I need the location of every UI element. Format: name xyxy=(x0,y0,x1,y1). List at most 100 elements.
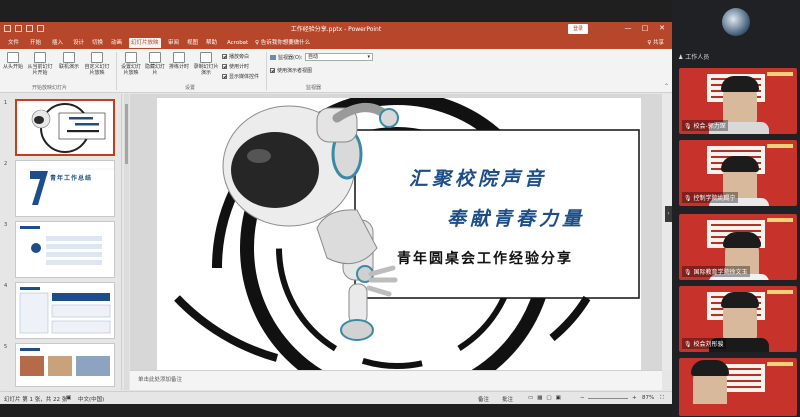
comments-toggle[interactable]: 批注 xyxy=(502,395,513,403)
ribbon: 从头开始 从当前幻灯片开始 联机演示 自定义幻灯片放映 开始放映幻灯片 设置幻灯… xyxy=(0,49,672,93)
participant-tile[interactable] xyxy=(679,358,797,416)
notes-toggle[interactable]: 备注 xyxy=(478,395,489,403)
thumbnail-2-title: 青年工作总结 xyxy=(50,175,93,182)
ribbon-separator xyxy=(266,52,267,90)
participant-tile[interactable]: 🎙 控制学院姚赐宁 xyxy=(679,140,797,206)
slide-artwork xyxy=(174,98,640,370)
show-media-controls-checkbox[interactable]: 显示媒体控件 xyxy=(222,73,259,80)
thumbnail-5-preview xyxy=(20,348,110,376)
record-icon xyxy=(200,52,212,63)
tab-slideshow[interactable]: 幻灯片放映 xyxy=(129,38,161,48)
zoom-in-button[interactable]: + xyxy=(632,395,637,401)
ribbon-tabs: 文件 开始 插入 设计 切换 动画 幻灯片放映 审阅 视图 帮助 Acrobat… xyxy=(0,36,672,49)
online-present-button[interactable]: 联机演示 xyxy=(58,52,80,70)
zoom-out-button[interactable]: − xyxy=(580,395,585,401)
tab-help[interactable]: 帮助 xyxy=(204,38,219,48)
rehearse-timings-button[interactable]: 排练计时 xyxy=(168,52,190,70)
participant-name: 🎙 控制学院姚赐宁 xyxy=(682,192,738,203)
participant-name: 🎙 校会-郭力琛 xyxy=(682,120,728,131)
current-slide[interactable]: 汇聚校院声音 奉献青春力量 青年圆桌会工作经验分享 xyxy=(157,98,641,370)
school-logo xyxy=(767,362,793,366)
participant-tile[interactable]: 🎙 校会刘彤骏 xyxy=(679,286,797,352)
play-from-current-icon xyxy=(34,52,46,63)
zoom-level[interactable]: 87% xyxy=(642,395,654,401)
collapse-ribbon-icon[interactable]: ⌃ xyxy=(664,83,669,90)
checkbox-checked xyxy=(222,54,227,59)
participant-name: 🎙 校会刘彤骏 xyxy=(682,338,726,349)
maximize-button[interactable]: □ xyxy=(639,24,651,34)
school-logo xyxy=(767,144,793,148)
zoom-slider[interactable] xyxy=(588,398,628,399)
notes-placeholder: 单击此处添加备注 xyxy=(138,377,183,383)
slide-vertical-scrollbar[interactable] xyxy=(662,94,672,370)
tab-file[interactable]: 文件 xyxy=(6,38,21,48)
thumbnail-2-preview xyxy=(16,161,114,216)
hide-slide-icon xyxy=(149,52,161,63)
login-button[interactable]: 登录 xyxy=(568,24,588,34)
thumbnail-slide-5[interactable] xyxy=(15,343,115,387)
from-current-button[interactable]: 从当前幻灯片开始 xyxy=(26,52,54,76)
scrollbar-thumb[interactable] xyxy=(125,104,128,164)
tab-insert[interactable]: 插入 xyxy=(50,38,65,48)
thumbnail-slide-1[interactable] xyxy=(15,99,115,156)
presenter-view-checkbox[interactable]: 使用演示者视图 xyxy=(270,67,312,74)
title-bar: 工作经验分享.pptx - PowerPoint 登录 — □ ✕ xyxy=(0,22,672,36)
meeting-panel xyxy=(672,0,800,417)
custom-show-icon xyxy=(91,52,103,63)
collapse-panel-handle[interactable]: › xyxy=(665,206,672,222)
mic-icon: 🎙 xyxy=(684,195,692,202)
mic-icon: 🎙 xyxy=(684,269,692,276)
tab-animations[interactable]: 动画 xyxy=(109,38,124,48)
close-button[interactable]: ✕ xyxy=(656,24,668,34)
tab-design[interactable]: 设计 xyxy=(71,38,86,48)
tab-transitions[interactable]: 切换 xyxy=(90,38,105,48)
spellcheck-icon[interactable]: ▣ xyxy=(66,395,71,401)
from-beginning-button[interactable]: 从头开始 xyxy=(2,52,24,70)
checkbox-checked xyxy=(222,64,227,69)
tell-me-search[interactable]: ♀ 告诉我你想要做什么 xyxy=(255,38,310,48)
slide-editing-area: 汇聚校院声音 奉献青春力量 青年圆桌会工作经验分享 xyxy=(130,94,662,390)
play-narrations-checkbox[interactable]: 播放旁白 xyxy=(222,53,249,60)
mic-icon: 🎙 xyxy=(684,341,692,348)
record-show-button[interactable]: 录制幻灯片演示 xyxy=(192,52,220,76)
share-button[interactable]: ♀ 共享 xyxy=(647,38,664,48)
powerpoint-window: 工作经验分享.pptx - PowerPoint 登录 — □ ✕ 文件 开始 … xyxy=(0,22,672,404)
participant-video xyxy=(721,76,759,124)
slide-counter: 幻灯片 第 1 张，共 22 张 xyxy=(4,397,68,403)
thumbnail-1-preview xyxy=(31,103,106,153)
thumbnail-slide-4[interactable] xyxy=(15,282,115,339)
custom-show-button[interactable]: 自定义幻灯片放映 xyxy=(84,52,110,76)
setup-show-button[interactable]: 设置幻灯片放映 xyxy=(120,52,142,76)
ribbon-separator xyxy=(116,52,117,90)
view-buttons[interactable]: ▭▦▢▣ xyxy=(528,395,565,401)
group-monitors: 监视器 xyxy=(306,85,322,91)
tab-view[interactable]: 视图 xyxy=(185,38,200,48)
tab-review[interactable]: 审阅 xyxy=(166,38,181,48)
mic-icon: 🎙 xyxy=(684,123,692,130)
language-indicator[interactable]: 中文(中国) xyxy=(78,395,104,403)
host-avatar[interactable] xyxy=(722,8,750,36)
use-timings-checkbox[interactable]: 使用计时 xyxy=(222,63,249,70)
group-setup: 设置 xyxy=(185,85,196,91)
checkbox-checked xyxy=(222,74,227,79)
slide-thumbnails-pane: 1 2 青年工作总结 3 4 5 xyxy=(0,94,122,390)
tab-home[interactable]: 开始 xyxy=(28,38,43,48)
notes-pane[interactable]: 单击此处添加备注 xyxy=(130,370,662,390)
thumbnail-slide-2[interactable]: 青年工作总结 xyxy=(15,160,115,217)
fit-slide-icon[interactable]: ⛶ xyxy=(660,395,664,402)
thumbnail-number: 5 xyxy=(4,344,8,350)
thumbnail-3-preview xyxy=(20,226,102,265)
desktop-bottom-strip xyxy=(0,404,672,417)
thumbnail-slide-3[interactable] xyxy=(15,221,115,278)
status-bar: 幻灯片 第 1 张，共 22 张 ▣ 中文(中国) 备注 批注 ▭▦▢▣ − +… xyxy=(0,391,672,404)
participant-shirt xyxy=(679,404,739,416)
minimize-button[interactable]: — xyxy=(622,24,634,34)
thumbnail-number: 1 xyxy=(4,100,8,106)
thumbnails-scrollbar[interactable] xyxy=(124,94,129,390)
participant-tile[interactable]: 🎙 校会-郭力琛 xyxy=(679,68,797,134)
monitor-select[interactable]: 自动 ▾ xyxy=(305,53,373,61)
participant-tile[interactable]: 🎙 国际教育学院徐文玉 xyxy=(679,214,797,280)
tab-acrobat[interactable]: Acrobat xyxy=(225,38,250,48)
school-logo xyxy=(767,218,793,222)
hide-slide-button[interactable]: 隐藏幻灯片 xyxy=(144,52,166,76)
